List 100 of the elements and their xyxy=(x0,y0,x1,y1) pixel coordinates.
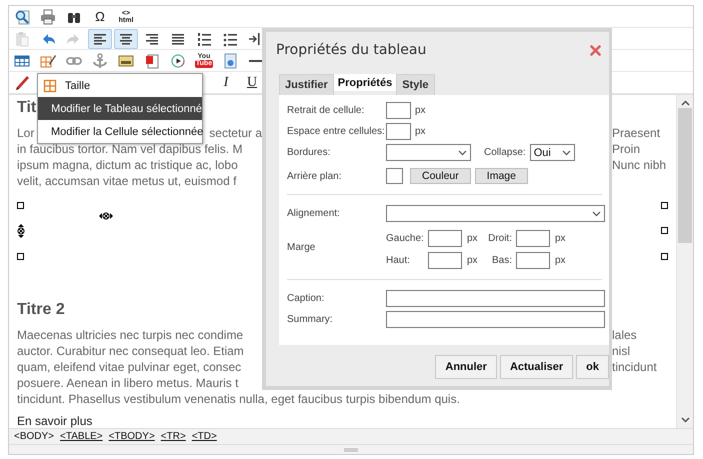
move-handle-icon[interactable] xyxy=(99,212,113,220)
input-field[interactable] xyxy=(516,252,550,269)
dialog-title: Propriétés du tableau xyxy=(276,42,426,58)
field-label: Retrait de cellule: xyxy=(287,105,366,116)
input-field[interactable] xyxy=(386,290,605,307)
scrollbar[interactable] xyxy=(676,95,693,428)
resize-handle[interactable] xyxy=(661,252,668,260)
grip-icon xyxy=(344,448,358,452)
resize-handle[interactable] xyxy=(661,202,668,210)
chevron-down-icon xyxy=(458,150,467,156)
resize-handle[interactable] xyxy=(17,202,24,210)
field-label: Alignement: xyxy=(287,208,341,219)
magnifier-icon xyxy=(14,8,30,24)
paragraph-line: posuere. Aenean in libero metus. Mauris t xyxy=(17,375,238,391)
tab[interactable]: Style xyxy=(396,74,435,95)
resize-grip[interactable] xyxy=(9,444,693,454)
chevron-down-icon xyxy=(562,150,571,156)
media-play-icon xyxy=(170,52,186,68)
unit-label: px xyxy=(554,255,567,266)
paragraph: En savoir plus xyxy=(17,413,94,428)
close-icon[interactable] xyxy=(590,44,601,56)
path-link[interactable]: <TABLE> xyxy=(60,431,103,442)
numbered-list-icon xyxy=(196,30,212,46)
align-center-button[interactable] xyxy=(114,28,138,48)
italic-button[interactable]: I xyxy=(214,72,238,92)
input-field[interactable] xyxy=(428,230,462,247)
menu-item[interactable]: Modifier la Cellule sélectionnée xyxy=(38,120,202,143)
pencil-icon xyxy=(14,74,30,90)
resize-handle[interactable] xyxy=(17,252,24,260)
printer-icon xyxy=(40,8,56,24)
color-swatch[interactable] xyxy=(386,168,403,184)
input-field[interactable] xyxy=(516,230,550,247)
path-link[interactable]: <TD> xyxy=(192,431,217,442)
menu-item[interactable]: Modifier le Tableau sélectionné xyxy=(38,97,202,120)
unit-label: px xyxy=(415,105,426,116)
paragraph-line: auctor. Curabitur nec consequat leo. Etiam xyxy=(17,343,244,359)
field-label: Marge xyxy=(287,242,316,253)
dialog-button[interactable]: Actualiser xyxy=(500,355,574,379)
input-field[interactable] xyxy=(386,102,411,119)
clipboard-icon xyxy=(14,30,30,46)
chevron-down-icon xyxy=(592,210,601,216)
flash-document-icon xyxy=(144,52,160,68)
paragraph-line: in faucibus tortor. Nam vel dapibus felis. M xyxy=(17,141,242,157)
paragraph-line: Nunc nibh xyxy=(612,157,668,173)
field-label: Gauche: xyxy=(386,233,425,244)
field-label: Caption: xyxy=(287,293,326,304)
select-field[interactable]: Oui xyxy=(530,144,575,161)
align-left-button[interactable] xyxy=(88,28,112,48)
heading: Tit xyxy=(17,99,36,117)
paragraph-line: sectetur a xyxy=(209,125,262,141)
field-label: Bordures: xyxy=(287,147,332,158)
scroll-up-icon[interactable] xyxy=(680,100,690,106)
unit-label: px xyxy=(466,233,479,244)
field-label: Espace entre cellules: xyxy=(287,126,386,137)
path-link[interactable]: <TR> xyxy=(160,431,186,442)
field-label: Bas: xyxy=(490,255,513,266)
paragraph-line: lales xyxy=(612,327,638,343)
table-icon xyxy=(14,52,30,68)
picture-icon xyxy=(118,52,134,68)
path-item: <BODY> xyxy=(14,431,54,442)
field-label: Haut: xyxy=(386,255,411,266)
field-label: Arrière plan: xyxy=(287,170,342,182)
special-character-button[interactable]: Ω xyxy=(88,6,112,26)
unit-label: px xyxy=(466,255,479,266)
horizontal-rule-icon xyxy=(249,60,263,62)
paragraph-line: Proin xyxy=(612,141,642,157)
field-label: Summary: xyxy=(287,314,334,325)
underline-button[interactable]: U xyxy=(240,72,264,92)
paragraph-line: ipsum magna, dictum ac tristique ac, lobo xyxy=(17,157,238,173)
paragraph-line: Lor xyxy=(17,125,34,141)
resize-handle[interactable] xyxy=(661,227,668,234)
dialog-button[interactable]: Couleur xyxy=(410,168,471,184)
input-field[interactable] xyxy=(386,311,605,328)
tab[interactable]: Propriétés xyxy=(334,74,396,91)
tab[interactable]: Justifier xyxy=(279,74,334,95)
paragraph-line: velit, accumsan vitae metus ut, euismod f xyxy=(17,173,236,189)
paragraph-line: Praesent xyxy=(612,125,662,141)
table-grid-icon xyxy=(43,78,57,92)
scroll-down-icon[interactable] xyxy=(680,417,690,423)
input-field[interactable] xyxy=(428,252,462,269)
select-field[interactable] xyxy=(386,144,471,161)
move-handle-icon[interactable] xyxy=(17,224,25,238)
paragraph-line: nisl xyxy=(612,343,632,359)
paragraph-line: quam, eleifend vitae pulvinar eget, consec xyxy=(17,359,242,375)
unit-label: px xyxy=(415,126,426,137)
dialog-button[interactable]: Annuler xyxy=(435,355,497,379)
anchor-icon xyxy=(92,52,108,68)
paragraph-line: tincidunt. Phasellus vestibulum venenatis nulla, eget faucibus turpis bibendum quis. xyxy=(17,391,461,407)
menu-item[interactable]: Taille xyxy=(38,74,202,97)
table-pencil-icon xyxy=(40,52,56,68)
input-field[interactable] xyxy=(386,123,411,140)
dialog-button[interactable]: Image xyxy=(474,168,528,184)
heading: Titre 2 xyxy=(17,301,65,319)
document-icon xyxy=(222,52,238,68)
field-label: Droit: xyxy=(487,233,513,244)
bullet-list-icon xyxy=(222,30,238,46)
dialog-button[interactable]: ok xyxy=(576,355,609,379)
scrollbar-thumb[interactable] xyxy=(678,108,692,243)
path-link[interactable]: <TBODY> xyxy=(108,431,155,442)
select-field[interactable] xyxy=(386,205,605,222)
